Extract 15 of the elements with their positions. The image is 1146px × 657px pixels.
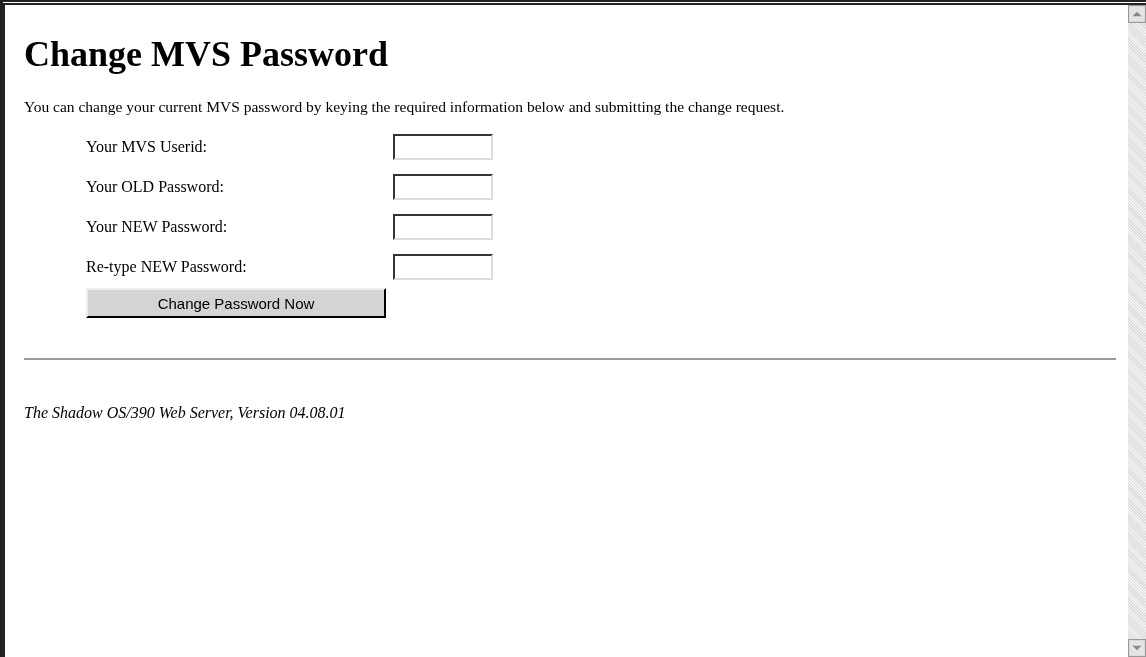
footer-text: The Shadow OS/390 Web Server, Version 04.08.01 xyxy=(24,404,347,423)
input-field[interactable] xyxy=(393,214,493,241)
scroll-down-icon[interactable] xyxy=(1128,639,1146,657)
field-label: Your OLD Password: xyxy=(86,178,225,197)
field-label: Your MVS Userid: xyxy=(86,138,209,157)
field-label: Your NEW Password: xyxy=(86,218,229,237)
input-field[interactable] xyxy=(393,134,493,161)
field-label: Re-type NEW Password: xyxy=(86,258,248,277)
page-heading: Change MVS Password xyxy=(24,33,390,76)
scroll-up-icon[interactable] xyxy=(1128,5,1146,23)
change-password-button[interactable]: Change Password Now xyxy=(86,288,386,319)
scrollbar[interactable] xyxy=(1128,5,1146,657)
intro-text: You can change your current MVS password by keying the required information below and submitting the change request. xyxy=(24,98,786,117)
input-field[interactable] xyxy=(393,254,493,281)
input-field[interactable] xyxy=(393,174,493,201)
